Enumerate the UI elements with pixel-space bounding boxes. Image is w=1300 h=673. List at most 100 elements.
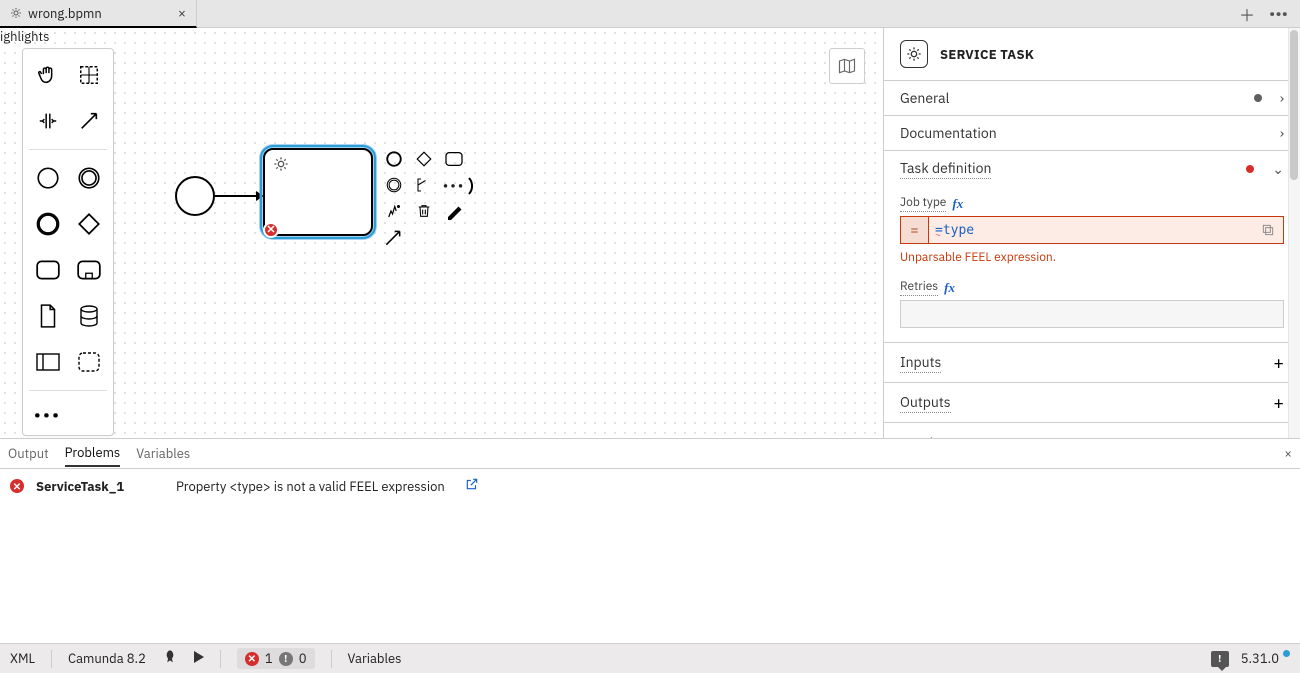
platform-label[interactable]: Camunda 8.2	[68, 650, 146, 667]
task-rect-icon	[35, 259, 61, 281]
job-type-input[interactable]	[929, 217, 1253, 243]
pool-tool[interactable]	[27, 342, 68, 382]
xml-toggle[interactable]: XML	[10, 650, 35, 667]
section-inputs: Inputs +	[884, 342, 1300, 382]
tab-variables[interactable]: Variables	[136, 441, 190, 466]
section-indicator-dot	[1254, 94, 1262, 102]
lasso-icon	[78, 64, 100, 86]
intermediate-event-tool[interactable]	[68, 158, 109, 198]
section-label: Task definition	[900, 159, 991, 179]
file-tab[interactable]: wrong.bpmn ×	[0, 0, 197, 28]
problem-row[interactable]: ✕ ServiceTask_1 Property <type> is not a…	[0, 469, 1300, 503]
job-type-error-text: Unparsable FEEL expression.	[900, 250, 1284, 265]
start-event[interactable]	[175, 176, 215, 216]
lasso-tool[interactable]	[68, 55, 109, 95]
section-label: Documentation	[900, 124, 1272, 142]
section-label: Inputs	[900, 353, 941, 373]
minimap-toggle[interactable]	[829, 48, 865, 84]
append-gateway[interactable]	[413, 148, 435, 170]
plus-icon[interactable]: +	[1273, 391, 1284, 414]
section-headers: Headers +	[884, 422, 1300, 438]
hand-tool[interactable]	[27, 55, 68, 95]
section-header-task-definition[interactable]: Task definition ⌄	[884, 151, 1300, 187]
job-type-label: Job type fx	[900, 195, 1284, 212]
service-task-type-icon	[900, 40, 928, 68]
tabbar: wrong.bpmn × ＋ •••	[0, 0, 1300, 28]
new-tab-button[interactable]: ＋	[1239, 2, 1255, 26]
external-link-icon[interactable]	[465, 477, 479, 495]
chevron-right-icon: ›	[1280, 124, 1284, 142]
variables-status[interactable]: Variables	[348, 650, 402, 667]
deploy-icon[interactable]	[162, 649, 178, 669]
connect-from-task[interactable]	[383, 228, 403, 252]
problem-message: Property <type> is not a valid FEEL expr…	[176, 478, 445, 495]
error-underline: ~	[935, 228, 940, 241]
close-bottom-panel[interactable]: ×	[1284, 445, 1292, 462]
properties-header: SERVICE TASK	[884, 28, 1300, 80]
tab-output[interactable]: Output	[8, 441, 49, 466]
section-header-general[interactable]: General ›	[884, 81, 1300, 115]
context-pad: •••	[383, 148, 473, 222]
append-intermediate-event[interactable]	[383, 174, 405, 196]
section-header-inputs[interactable]: Inputs +	[884, 343, 1300, 382]
feel-toggle-icon[interactable]: fx	[952, 196, 963, 212]
task-tool[interactable]	[27, 250, 68, 290]
service-task[interactable]: ✕	[263, 148, 373, 236]
warning-icon: !	[279, 652, 293, 666]
gateway-tool[interactable]	[68, 204, 109, 244]
section-documentation: Documentation ›	[884, 115, 1300, 150]
append-task[interactable]	[443, 148, 465, 170]
update-available-dot	[1283, 650, 1290, 657]
space-tool-icon	[37, 110, 59, 132]
properties-scrollbar[interactable]	[1288, 28, 1300, 438]
change-type[interactable]	[383, 200, 405, 222]
end-event-tool[interactable]	[27, 204, 68, 244]
plus-icon[interactable]: +	[1273, 351, 1284, 374]
close-tab-icon[interactable]: ×	[178, 4, 186, 22]
version-label[interactable]: 5.31.0	[1241, 650, 1290, 667]
arrow-icon	[78, 110, 100, 132]
play-icon	[194, 651, 204, 663]
tab-menu-button[interactable]: •••	[1269, 4, 1288, 24]
retries-input[interactable]	[900, 300, 1284, 328]
group-tool[interactable]	[68, 342, 109, 382]
chevron-right-icon: ›	[1280, 89, 1284, 107]
palette-more[interactable]: •••	[27, 399, 68, 429]
properties-title: SERVICE TASK	[940, 46, 1034, 63]
section-label: General	[900, 89, 1254, 107]
thick-circle-icon	[35, 211, 61, 237]
section-label: Headers	[900, 434, 1273, 439]
error-count: 1	[265, 650, 273, 667]
subprocess-tool[interactable]	[68, 250, 109, 290]
color-element[interactable]	[443, 200, 465, 222]
tab-problems[interactable]: Problems	[65, 440, 121, 467]
popout-icon[interactable]	[1253, 217, 1283, 243]
section-header-headers[interactable]: Headers +	[884, 423, 1300, 438]
job-type-input-wrap: =	[900, 216, 1284, 244]
diagram-canvas[interactable]: ••• ✕ •••	[0, 28, 884, 438]
append-more[interactable]: •••	[443, 174, 465, 196]
data-store-tool[interactable]	[68, 296, 109, 336]
append-text-annotation[interactable]	[413, 174, 435, 196]
problem-task-id: ServiceTask_1	[36, 478, 124, 495]
error-badge-icon: ✕	[263, 222, 279, 238]
section-task-definition: Task definition ⌄ Job type fx =	[884, 150, 1300, 342]
delete-element[interactable]	[413, 200, 435, 222]
space-tool[interactable]	[27, 101, 68, 141]
plus-icon[interactable]: +	[1273, 431, 1284, 438]
map-icon	[837, 56, 857, 76]
connect-tool[interactable]	[68, 101, 109, 141]
chevron-down-icon: ⌄	[1272, 160, 1284, 178]
sequence-flow[interactable]	[215, 195, 263, 197]
run-button[interactable]	[194, 650, 204, 667]
append-end-event[interactable]	[383, 148, 405, 170]
section-header-documentation[interactable]: Documentation ›	[884, 116, 1300, 150]
status-bar: XML Camunda 8.2 ✕ 1 ! 0 Variables ! 5.31…	[0, 643, 1300, 673]
start-event-tool[interactable]	[27, 158, 68, 198]
data-object-tool[interactable]	[27, 296, 68, 336]
feedback-button[interactable]: !	[1211, 651, 1229, 667]
problems-counter[interactable]: ✕ 1 ! 0	[237, 648, 315, 669]
section-header-outputs[interactable]: Outputs +	[884, 383, 1300, 422]
feel-toggle-icon[interactable]: fx	[944, 280, 955, 296]
bottom-tabs: Output Problems Variables ×	[0, 439, 1300, 469]
